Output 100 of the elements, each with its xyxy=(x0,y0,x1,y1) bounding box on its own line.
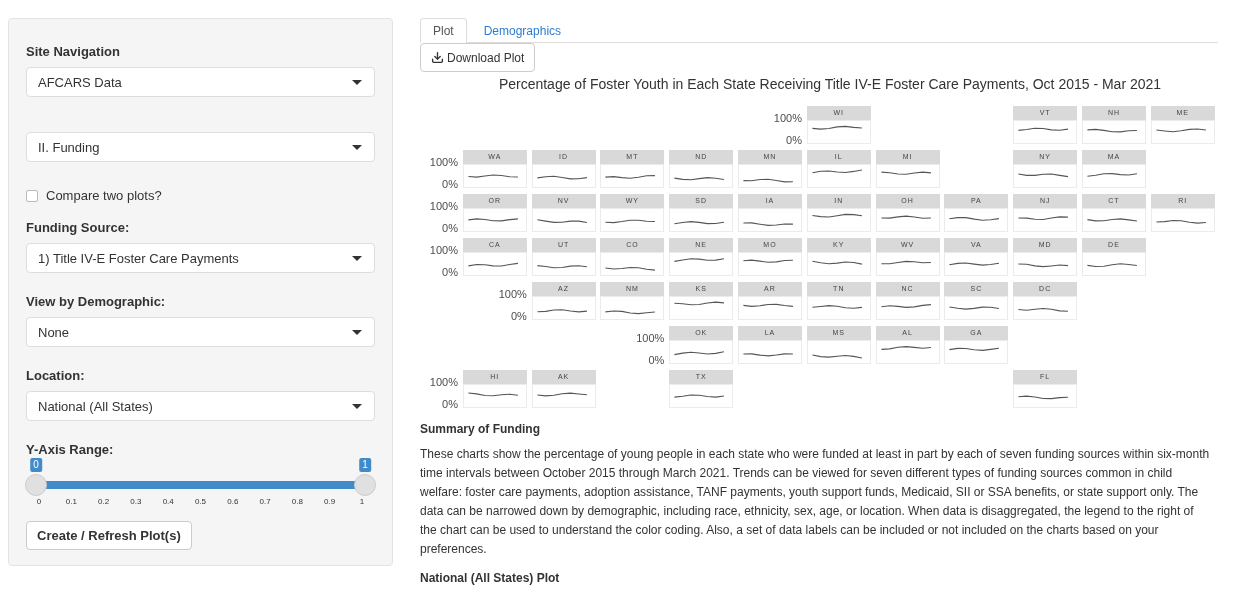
tick-label: 0 xyxy=(35,497,43,506)
field-label: Funding Source: xyxy=(26,219,131,237)
axis-label: 0% xyxy=(786,134,802,146)
field-label: Location: xyxy=(26,367,86,385)
sparkline xyxy=(1018,173,1069,178)
section-heading: National (All States) Plot xyxy=(420,571,561,585)
dropdown-select[interactable]: 1) Title IV-E Foster Care Payments xyxy=(26,243,375,273)
section-heading: Summary of Funding xyxy=(420,422,541,436)
dropdown-select[interactable]: AFCARS Data xyxy=(26,67,375,97)
select-value: National (All States) xyxy=(38,398,153,414)
axis-label: 100% xyxy=(636,332,665,344)
sparkline xyxy=(536,175,588,180)
tick-label: 0.4 xyxy=(161,497,175,506)
sparkline xyxy=(674,258,725,262)
sparkline xyxy=(605,310,656,315)
sparkline xyxy=(880,346,932,350)
select-value: II. Funding xyxy=(38,139,100,155)
caret-icon xyxy=(352,403,362,409)
sparkline xyxy=(1086,128,1138,133)
caret-icon xyxy=(352,329,362,335)
slider-thumb[interactable] xyxy=(25,474,47,496)
axis-label: 100% xyxy=(773,112,802,124)
sparkline xyxy=(811,213,863,218)
sparkline xyxy=(1018,127,1069,131)
sparkline xyxy=(467,174,519,178)
sparkline xyxy=(949,217,1000,221)
sparkline xyxy=(1018,308,1069,312)
select-value: None xyxy=(38,324,70,340)
sparkline xyxy=(674,301,725,306)
sparkline xyxy=(467,392,519,397)
caret-icon xyxy=(352,255,362,261)
sparkline xyxy=(467,262,519,267)
tick-label: 0.2 xyxy=(97,497,111,506)
sparkline xyxy=(811,260,863,265)
tick-label: 0.8 xyxy=(290,497,304,506)
sparkline xyxy=(1018,263,1069,268)
sparkline xyxy=(1086,218,1138,222)
slider-thumb[interactable] xyxy=(354,474,376,496)
axis-label: 100% xyxy=(429,156,458,168)
axis-label: 0% xyxy=(442,222,458,234)
axis-label: 100% xyxy=(429,244,458,256)
select-value: 1) Title IV-E Foster Care Payments xyxy=(38,250,239,266)
axis-label: 100% xyxy=(429,376,458,388)
sparkline xyxy=(536,392,588,397)
sparkline xyxy=(467,218,519,222)
sparkline xyxy=(742,178,794,183)
sparkline xyxy=(949,262,1000,266)
sparkline xyxy=(742,353,794,357)
sparkline xyxy=(811,354,863,359)
dropdown-select[interactable]: National (All States) xyxy=(26,391,375,421)
tick-label: 0.6 xyxy=(226,497,240,506)
sparkline xyxy=(880,215,932,219)
tick-label: 1 xyxy=(358,497,366,506)
summary-paragraph: These charts show the percentage of young people in each state who were funded at least in part by each of seven funding sources within six-month time intervals between October 2015 through March 2021. Trends can be viewed for seven different types of funding sources common in child welfare: foster care payments, adoption assistance, TANF payments, youth support funds, Medicaid, SII or SSA benefits, or state support only. The data can be narrowed down by demographic, including race, ethnicity, sex, age, or location. When data is disaggregated, the legend to the right of the chart can be used to understand the color coding. Also, a set of data labels can be included or not included on the charts based on your preferences. xyxy=(420,446,1210,558)
sparkline xyxy=(1018,395,1069,400)
axis-label: 0% xyxy=(442,398,458,410)
chart-title: Percentage of Foster Youth in Each State Receiving Title IV-E Foster Care Payments, Oct 2015 - Mar 2021 xyxy=(497,76,1163,92)
axis-label: 0% xyxy=(648,354,665,366)
field-label: Y-Axis Range: xyxy=(26,441,115,459)
download-icon xyxy=(431,51,444,64)
sparkline xyxy=(742,222,794,226)
tab[interactable]: Plot xyxy=(420,18,467,43)
sparkline xyxy=(880,304,932,308)
sparkline xyxy=(880,260,932,265)
checkbox-label: Compare two plots? xyxy=(46,188,162,203)
axis-label: 100% xyxy=(498,288,527,300)
sparkline xyxy=(605,219,656,224)
sparkline xyxy=(880,171,932,175)
sparkline xyxy=(674,221,725,225)
sparkline xyxy=(1086,173,1138,177)
sparkline xyxy=(742,303,794,307)
tick-label: 0.9 xyxy=(323,497,337,506)
sparkline xyxy=(811,305,863,309)
sparkline xyxy=(742,259,794,263)
axis-label: 100% xyxy=(429,200,458,212)
sparkline xyxy=(605,175,656,179)
sparkline xyxy=(536,265,588,269)
caret-icon xyxy=(352,79,362,85)
sparkline xyxy=(674,351,725,356)
sparkline xyxy=(536,219,588,224)
download-button[interactable]: Download Plot xyxy=(420,43,536,72)
field-label: View by Demographic: xyxy=(26,293,167,311)
refresh-button[interactable]: Create / Refresh Plot(s) xyxy=(26,521,192,550)
caret-icon xyxy=(352,144,362,150)
tick-label: 0.3 xyxy=(129,497,143,506)
sparkline xyxy=(605,266,656,271)
dropdown-select[interactable]: None xyxy=(26,317,375,347)
select-value: AFCARS Data xyxy=(38,74,122,90)
sparkline xyxy=(949,347,1000,351)
sparkline xyxy=(811,125,863,130)
sparkline xyxy=(1155,220,1207,224)
sparkline xyxy=(674,177,725,181)
axis-label: 0% xyxy=(442,266,458,278)
sparkline xyxy=(811,169,863,174)
sparkline xyxy=(1155,128,1207,133)
checkbox[interactable] xyxy=(26,189,38,202)
axis-label: 0% xyxy=(510,310,527,322)
dropdown-select[interactable]: II. Funding xyxy=(26,132,375,162)
slider-value: 0 xyxy=(30,458,42,472)
sparkline xyxy=(1018,216,1069,220)
